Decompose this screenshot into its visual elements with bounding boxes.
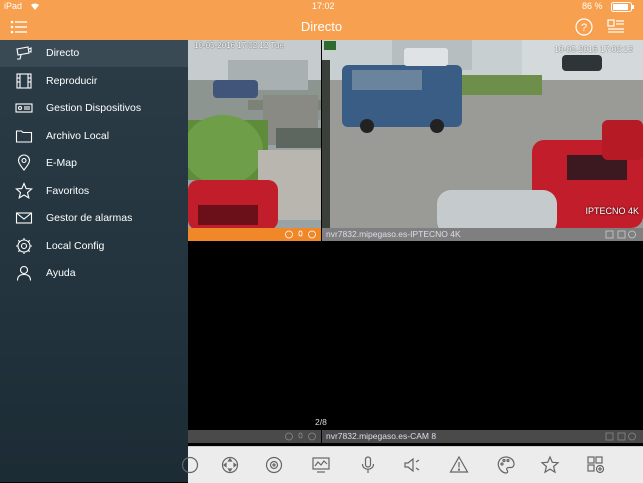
ptz-control-icon[interactable] [220,455,240,475]
camera-controls-icons [605,230,637,239]
page-indicator: 2/8 [315,417,327,427]
recording-indicator-icon [324,41,336,50]
user-icon [15,264,33,282]
battery-percent: 86 % [582,1,603,11]
bottom-toolbar [181,446,643,483]
wifi-icon [30,2,40,11]
sidebar-menu: Directo Reproducir Gestion Dispositivos … [0,40,188,482]
star-icon [15,181,33,200]
sidebar-item-label: Local Config [46,239,105,252]
status-time: 17:02 [312,1,335,11]
sidebar-item-e-map[interactable]: E-Map [0,150,188,177]
camera-controls-icons [285,230,317,239]
sidebar-item-gestion-dispositivos[interactable]: Gestion Dispositivos [0,95,188,122]
favorite-star-icon[interactable] [540,455,560,475]
sidebar-item-label: Gestor de alarmas [46,212,133,224]
sidebar-item-reproducir[interactable]: Reproducir [0,68,188,95]
layout-settings-icon[interactable] [586,455,606,475]
camera-controls-icons [605,432,637,441]
camera-view-4[interactable] [322,243,643,430]
camera-overlay-name: IPTECNO 4K [585,206,639,216]
microphone-icon[interactable] [358,455,378,475]
sidebar-item-label: Favoritos [46,184,90,197]
status-bar: iPad 17:02 86 % [0,0,643,14]
camera-icon [15,44,33,62]
nav-bar: Directo ? [0,14,643,40]
stream-quality-icon[interactable] [311,455,331,475]
gear-icon [15,237,33,255]
sidebar-item-label: Directo [46,47,80,59]
camera-label: nvr7832.mipegaso.es-CAM 8 [326,431,437,441]
sidebar-item-archivo-local[interactable]: Archivo Local [0,123,188,150]
help-icon[interactable]: ? [575,18,593,36]
camera-timestamp: 10-05-2016 17:02:12 Tue [194,41,284,50]
camera-view-2[interactable]: 10-05-2016 17:02:13 IPTECNO 4K [322,40,643,228]
svg-text:?: ? [581,22,587,34]
sidebar-item-label: Reproducir [46,74,98,87]
device-name: iPad [4,1,23,11]
camera-view-1[interactable]: 10-05-2016 17:02:12 Tue [188,40,321,228]
image-settings-icon[interactable] [264,455,284,475]
sidebar-item-label: Ayuda [46,267,76,279]
camera-controls-icons [285,432,317,441]
map-pin-icon [15,154,33,172]
camera-view-3[interactable] [188,243,321,430]
layout-list-icon[interactable] [607,19,625,35]
battery-icon [611,2,635,12]
speaker-icon[interactable] [402,455,422,475]
sidebar-item-label: Archivo Local [46,129,110,142]
folder-icon [15,127,33,145]
camera-label-bar-2[interactable]: nvr7832.mipegaso.es-IPTECNO 4K [322,228,643,241]
camera-label-bar-1[interactable] [188,228,321,241]
device-icon [15,99,33,117]
alarm-mail-icon [15,209,33,227]
sidebar-item-gestor-de-alarmas[interactable]: Gestor de alarmas [0,205,188,232]
camera-label-bar-4[interactable]: nvr7832.mipegaso.es-CAM 8 [322,430,643,443]
sidebar-item-label: E-Map [46,157,77,169]
alarm-warning-icon[interactable] [449,455,469,475]
camera-label-bar-3[interactable] [188,430,321,443]
page-title: Directo [300,19,343,34]
partial-control-icon[interactable] [180,455,200,475]
sidebar-item-local-config[interactable]: Local Config [0,233,188,260]
sidebar-item-label: Gestion Dispositivos [46,102,142,114]
film-icon [15,72,33,90]
color-palette-icon[interactable] [496,455,516,475]
camera-timestamp: 10-05-2016 17:02:13 [554,44,633,54]
camera-label: nvr7832.mipegaso.es-IPTECNO 4K [326,229,461,239]
sidebar-item-directo[interactable]: Directo [0,40,188,67]
sidebar-item-ayuda[interactable]: Ayuda [0,260,188,287]
sidebar-item-favoritos[interactable]: Favoritos [0,178,188,205]
